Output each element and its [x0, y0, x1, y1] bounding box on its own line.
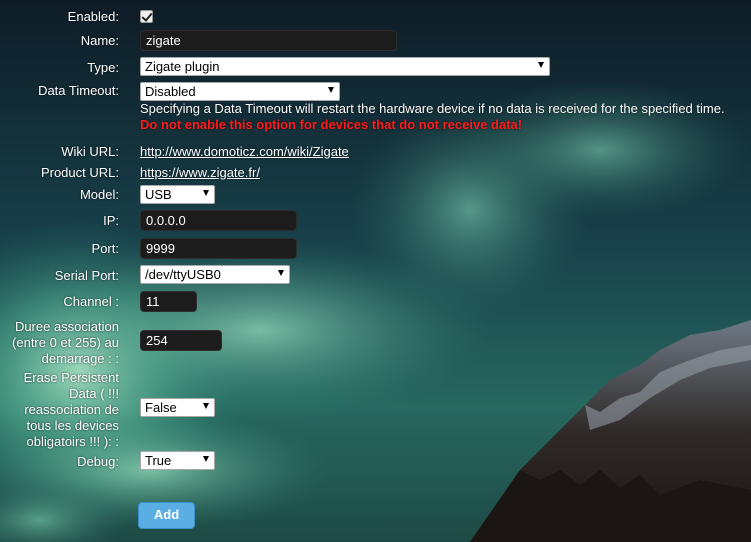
chevron-down-icon	[278, 270, 284, 276]
erase-persistent-label-line: Erase Persistent	[23, 370, 119, 385]
erase-persistent-select[interactable]: False	[140, 398, 215, 417]
data-timeout-warning: Do not enable this option for devices th…	[140, 117, 523, 132]
model-select[interactable]: USB	[140, 185, 215, 204]
chevron-down-icon	[538, 62, 544, 68]
enabled-label: Enabled:	[67, 9, 119, 24]
erase-persistent-label-line: tous les devices	[26, 418, 120, 433]
name-input[interactable]: zigate	[140, 30, 397, 51]
port-input[interactable]: 9999	[140, 238, 297, 259]
duree-association-input[interactable]: 254	[140, 330, 222, 351]
type-select[interactable]: Zigate plugin	[140, 57, 550, 76]
chevron-down-icon	[203, 190, 209, 196]
data-timeout-select-value: Disabled	[145, 84, 196, 99]
duree-association-label-line: demarrage : :	[41, 351, 119, 366]
chevron-down-icon	[328, 87, 334, 93]
data-timeout-select[interactable]: Disabled	[140, 82, 340, 101]
debug-select-value: True	[145, 453, 172, 468]
serial-port-select-value: /dev/ttyUSB0	[145, 267, 221, 282]
wiki-url-label: Wiki URL:	[61, 144, 119, 159]
erase-persistent-label-line: Data ( !!!	[69, 386, 119, 401]
erase-persistent-label-line: reassociation de	[24, 402, 119, 417]
chevron-down-icon	[203, 456, 209, 462]
checkmark-icon	[141, 10, 153, 22]
enabled-checkbox[interactable]	[140, 10, 153, 23]
channel-input[interactable]: 11	[140, 291, 197, 312]
duree-association-label-line: (entre 0 et 255) au	[12, 335, 119, 350]
duree-association-label: Duree association (entre 0 et 255) au de…	[12, 319, 119, 367]
product-url-label: Product URL:	[40, 165, 119, 180]
data-timeout-info: Specifying a Data Timeout will restart t…	[140, 101, 725, 116]
debug-label: Debug:	[77, 454, 119, 469]
name-label: Name:	[80, 33, 119, 48]
channel-label: Channel :	[63, 294, 119, 309]
wiki-url-link[interactable]: http://www.domoticz.com/wiki/Zigate	[140, 144, 349, 159]
data-timeout-label: Data Timeout:	[38, 83, 119, 98]
ip-label: IP:	[103, 213, 119, 228]
ip-input[interactable]: 0.0.0.0	[140, 210, 297, 231]
type-select-value: Zigate plugin	[145, 59, 220, 74]
serial-port-select[interactable]: /dev/ttyUSB0	[140, 265, 290, 284]
product-url-link[interactable]: https://www.zigate.fr/	[140, 165, 260, 180]
erase-persistent-label: Erase Persistent Data ( !!! reassociatio…	[24, 370, 119, 450]
debug-select[interactable]: True	[140, 451, 215, 470]
erase-persistent-select-value: False	[145, 400, 177, 415]
model-label: Model:	[79, 187, 119, 202]
add-button[interactable]: Add	[138, 502, 195, 529]
chevron-down-icon	[203, 403, 209, 409]
duree-association-label-line: Duree association	[14, 319, 119, 334]
port-label: Port:	[91, 241, 119, 256]
model-select-value: USB	[145, 187, 172, 202]
erase-persistent-label-line: obligatoirs !!! ): :	[26, 434, 119, 449]
serial-port-label: Serial Port:	[54, 268, 119, 283]
type-label: Type:	[87, 60, 119, 75]
